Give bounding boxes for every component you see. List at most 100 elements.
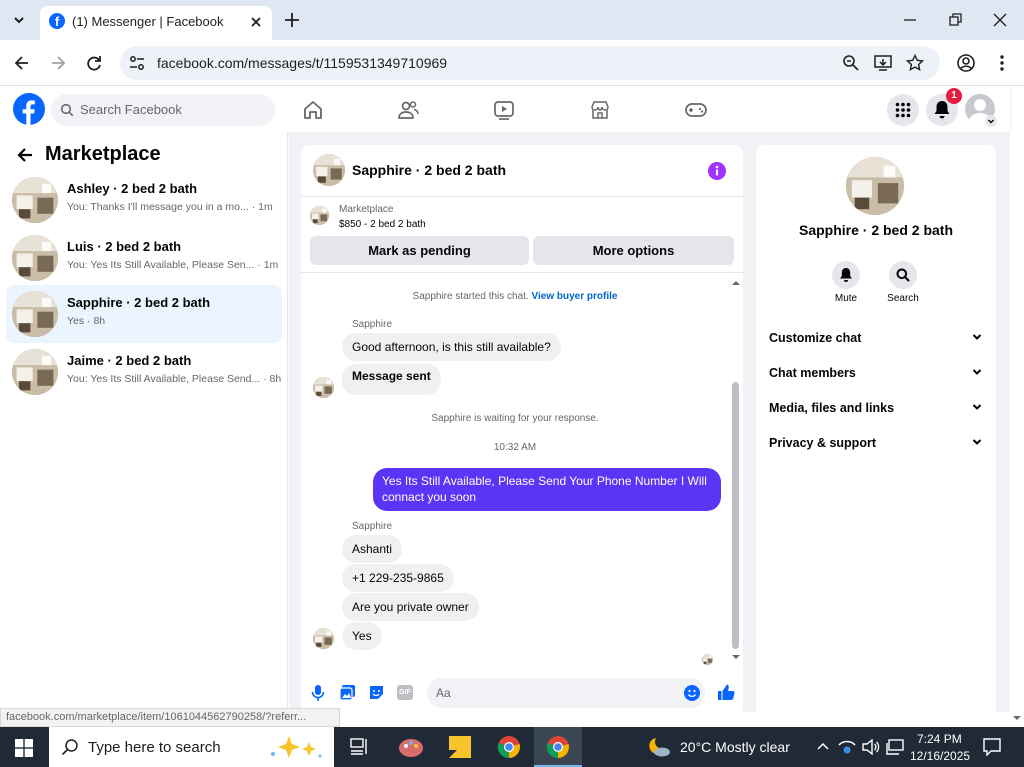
zoom-icon[interactable] <box>842 54 860 72</box>
clock-date[interactable]: 12/16/2025 <box>910 749 970 763</box>
chrome-active-taskbar-icon[interactable] <box>534 727 582 767</box>
home-nav-icon[interactable] <box>302 99 324 121</box>
back-arrow-icon[interactable] <box>14 144 36 166</box>
browser-tab[interactable]: f (1) Messenger | Facebook <box>40 6 272 40</box>
outgoing-message: Yes Its Still Available, Please Send You… <box>373 468 721 511</box>
weather-moon-icon[interactable] <box>646 736 672 758</box>
conversation-item[interactable]: Jaime · 2 bed 2 bath You: Yes Its Still A… <box>6 343 282 401</box>
browser-menu-icon[interactable] <box>992 53 1012 73</box>
incoming-message: Message sent <box>342 364 441 395</box>
started-text: Sapphire started this chat. <box>412 291 529 302</box>
chevron-down-icon <box>972 439 982 445</box>
windows-start-icon[interactable] <box>15 739 33 757</box>
chevron-down-icon <box>14 17 24 24</box>
sender-avatar[interactable] <box>313 628 334 649</box>
restore-icon[interactable] <box>945 10 965 30</box>
account-chevron-icon[interactable] <box>985 115 997 127</box>
bookmark-star-icon[interactable] <box>906 54 924 72</box>
profile-avatar[interactable] <box>846 157 904 215</box>
browser-tab-bar: f (1) Messenger | Facebook <box>0 0 1024 40</box>
chevron-down-icon <box>972 369 982 375</box>
back-icon[interactable] <box>12 53 32 73</box>
weather-text[interactable]: 20°C Mostly clear <box>680 739 790 755</box>
incoming-message: Ashanti <box>342 535 403 563</box>
chevron-up-icon[interactable] <box>816 741 830 751</box>
customize-chat-section[interactable]: Customize chat <box>769 331 983 351</box>
video-nav-icon[interactable] <box>493 99 515 121</box>
sticky-notes-icon[interactable] <box>449 736 471 758</box>
media-files-links-section[interactable]: Media, files and links <box>769 401 983 421</box>
new-tab-icon[interactable] <box>282 10 302 30</box>
url-text: facebook.com/messages/t/1159531349710969 <box>157 55 448 71</box>
forward-icon[interactable] <box>48 53 68 73</box>
conversation-preview: You: Yes Its Still Available, Please Sen… <box>67 259 279 271</box>
listing-thumbnail[interactable] <box>310 206 329 225</box>
privacy-support-section[interactable]: Privacy & support <box>769 436 983 456</box>
info-icon[interactable] <box>708 162 726 180</box>
message-composer: GIF Aa <box>301 673 743 715</box>
photo-icon[interactable] <box>339 684 356 701</box>
search-icon <box>60 103 74 117</box>
message-input[interactable]: Aa <box>427 678 705 708</box>
address-bar[interactable]: facebook.com/messages/t/1159531349710969 <box>120 46 940 80</box>
sticker-icon[interactable] <box>368 684 385 701</box>
task-view-icon[interactable] <box>350 738 370 756</box>
search-icon <box>61 739 78 756</box>
minimize-icon[interactable] <box>900 10 920 30</box>
scrollbar-thumb[interactable] <box>732 382 739 649</box>
sender-avatar[interactable] <box>313 377 334 398</box>
network-icon[interactable] <box>838 739 856 755</box>
scroll-up-icon[interactable] <box>731 279 741 287</box>
conversation-item[interactable]: Sapphire · 2 bed 2 bath Yes · 8h <box>6 285 282 343</box>
clock-time[interactable]: 7:24 PM <box>917 732 962 746</box>
emoji-icon[interactable] <box>684 685 700 701</box>
close-window-icon[interactable] <box>990 10 1010 30</box>
marketplace-nav-icon[interactable] <box>589 99 611 121</box>
site-settings-icon[interactable] <box>128 54 146 72</box>
taskbar-search[interactable]: Type here to search <box>49 727 334 767</box>
conversation-item[interactable]: Ashley · 2 bed 2 bath You: Thanks I'll me… <box>6 171 282 229</box>
incoming-message: Are you private owner <box>342 593 479 621</box>
conversation-item[interactable]: Luis · 2 bed 2 bath You: Yes Its Still Av… <box>6 229 282 287</box>
mark-as-pending-button[interactable]: Mark as pending <box>310 236 529 265</box>
view-buyer-profile-link[interactable]: View buyer profile <box>532 291 618 302</box>
more-options-button[interactable]: More options <box>533 236 734 265</box>
mute-action[interactable]: Mute <box>824 261 868 304</box>
close-tab-icon[interactable] <box>246 12 266 32</box>
reload-icon[interactable] <box>84 53 104 73</box>
sender-name: Sapphire <box>352 521 393 532</box>
display-icon[interactable] <box>886 739 904 755</box>
chat-title[interactable]: Sapphire · 2 bed 2 bath <box>352 162 506 178</box>
gif-icon[interactable]: GIF <box>397 685 413 700</box>
menu-grid-button[interactable] <box>887 94 919 126</box>
install-app-icon[interactable] <box>874 54 892 72</box>
search-icon <box>896 268 910 282</box>
page-scroll-down-icon[interactable] <box>1012 714 1022 722</box>
tab-list-button[interactable] <box>8 9 30 31</box>
chat-details-panel: Sapphire · 2 bed 2 bath Mute Search Cust… <box>756 145 996 715</box>
friends-nav-icon[interactable] <box>397 99 419 121</box>
thumbs-up-icon[interactable] <box>717 683 735 701</box>
listing-bar: Marketplace $850 - 2 bed 2 bath Mark as … <box>301 197 743 273</box>
notification-center-icon[interactable] <box>983 738 1001 756</box>
snipping-app-icon[interactable] <box>398 735 424 759</box>
conversation-preview: You: Yes Its Still Available, Please Sen… <box>67 373 282 385</box>
search-action[interactable]: Search <box>881 261 925 304</box>
microphone-icon[interactable] <box>311 684 325 702</box>
volume-icon[interactable] <box>862 739 880 755</box>
gaming-nav-icon[interactable] <box>684 99 708 121</box>
scroll-down-icon[interactable] <box>731 653 741 661</box>
timestamp: 10:32 AM <box>493 442 537 453</box>
listing-title[interactable]: $850 - 2 bed 2 bath <box>339 219 426 230</box>
conversation-avatar <box>12 349 58 395</box>
chat-avatar[interactable] <box>313 154 345 186</box>
chat-members-section[interactable]: Chat members <box>769 366 983 386</box>
bell-icon <box>840 268 852 282</box>
section-label: Media, files and links <box>769 401 895 415</box>
seen-avatar <box>702 654 713 665</box>
facebook-search-input[interactable]: Search Facebook <box>51 94 275 126</box>
facebook-logo-icon[interactable] <box>13 93 45 125</box>
profile-icon[interactable] <box>956 53 976 73</box>
notifications-button[interactable]: 1 <box>926 88 962 126</box>
chrome-taskbar-icon[interactable] <box>497 735 521 759</box>
